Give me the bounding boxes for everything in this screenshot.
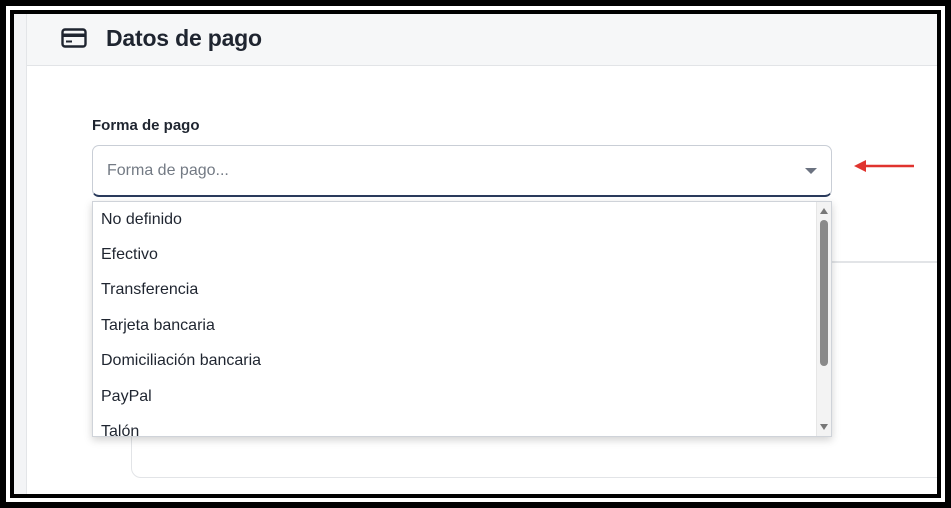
option-transferencia[interactable]: Transferencia — [93, 273, 817, 308]
credit-card-icon — [61, 28, 87, 48]
card-header: Datos de pago — [27, 14, 937, 66]
option-tarjeta-bancaria[interactable]: Tarjeta bancaria — [93, 308, 817, 343]
page-gutter — [14, 14, 26, 494]
payment-method-dropdown[interactable]: No definido Efectivo Transferencia Tarje… — [92, 201, 832, 437]
page-title: Datos de pago — [106, 25, 262, 51]
screenshot-canvas: Datos de pago Forma de pago Forma de pag… — [14, 14, 937, 494]
scroll-thumb[interactable] — [820, 220, 828, 366]
payment-method-placeholder: Forma de pago... — [107, 162, 229, 179]
payment-card: Datos de pago Forma de pago Forma de pag… — [26, 14, 937, 494]
red-arrow-icon — [854, 160, 914, 172]
payment-method-label: Forma de pago — [92, 117, 200, 134]
payment-method-select[interactable]: Forma de pago... — [92, 145, 832, 197]
option-domiciliacion-bancaria[interactable]: Domiciliación bancaria — [93, 344, 817, 379]
option-talon[interactable]: Talón — [93, 414, 817, 436]
option-no-definido[interactable]: No definido — [93, 202, 817, 237]
dropdown-options: No definido Efectivo Transferencia Tarje… — [93, 202, 817, 436]
option-efectivo[interactable]: Efectivo — [93, 237, 817, 272]
scroll-down-icon[interactable] — [820, 424, 828, 430]
scroll-up-icon[interactable] — [820, 208, 828, 214]
caret-down-icon[interactable] — [805, 168, 817, 174]
dropdown-scrollbar[interactable] — [816, 202, 831, 436]
option-paypal[interactable]: PayPal — [93, 379, 817, 414]
